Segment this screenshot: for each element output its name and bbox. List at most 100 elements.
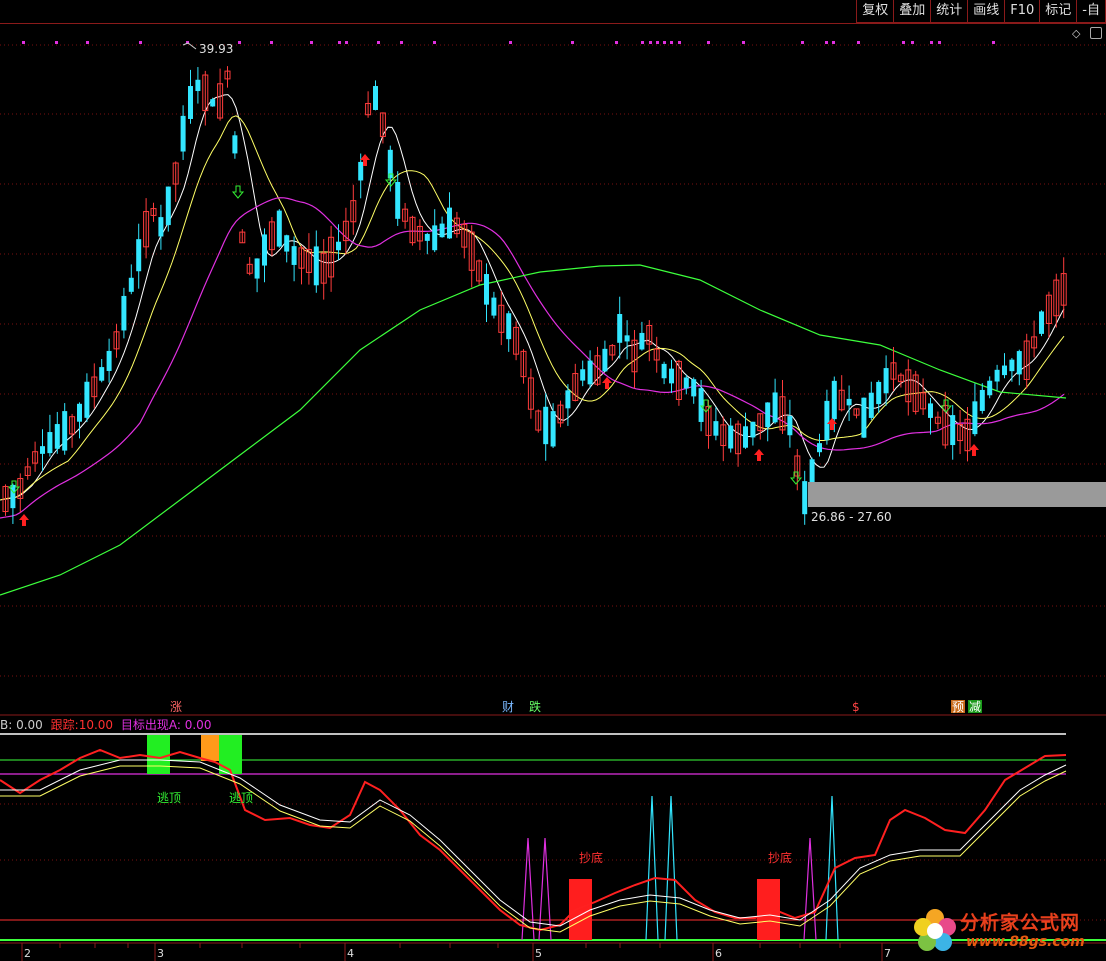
event-die[interactable]: 跌: [529, 699, 541, 714]
ma10-line: [0, 115, 1065, 501]
candle-body: [99, 367, 105, 381]
candle-body: [928, 403, 933, 418]
site-logo: 分析家公式网 www.88gs.com: [908, 904, 1106, 960]
candle-body: [10, 484, 16, 509]
candle-body: [831, 380, 837, 420]
dot-marker: [801, 41, 804, 44]
month-label: 5: [535, 947, 542, 960]
candle-body: [728, 425, 734, 449]
logo-title: 分析家公式网: [960, 912, 1081, 934]
candle-body: [602, 348, 608, 372]
candle-body: [188, 86, 193, 119]
dot-marker: [571, 41, 574, 44]
candle-body: [276, 210, 282, 247]
white-line: [0, 759, 1067, 927]
event-jian[interactable]: 减: [969, 700, 981, 714]
candle-body: [84, 381, 90, 418]
dot-marker: [55, 41, 58, 44]
legend-track-label: 跟踪:: [50, 718, 79, 732]
candle-body: [883, 368, 889, 394]
candle-body: [1002, 365, 1007, 376]
dot-marker: [707, 41, 710, 44]
candle-body: [691, 379, 697, 397]
dot-marker: [509, 41, 512, 44]
candle-body: [395, 181, 401, 219]
candle-body: [1016, 351, 1022, 375]
candle-body: [232, 135, 238, 154]
candle-body: [128, 277, 134, 292]
candle-body: [77, 403, 82, 422]
candle-body: [284, 235, 290, 252]
dot-marker: [345, 41, 348, 44]
month-label: 7: [884, 947, 891, 960]
signal-arrows: [7, 154, 979, 526]
candle-body: [683, 377, 689, 389]
candle-body: [979, 389, 985, 411]
dot-markers: [22, 41, 995, 44]
warn-block: [201, 735, 222, 761]
candle-body: [40, 446, 45, 454]
candle-body: [210, 99, 216, 107]
dot-marker: [825, 41, 828, 44]
dot-marker: [663, 41, 666, 44]
dot-marker: [400, 41, 403, 44]
candle-body: [950, 415, 956, 446]
dot-marker: [742, 41, 745, 44]
dot-marker: [433, 41, 436, 44]
legend-track-value: 10.00: [78, 718, 114, 732]
candle-body: [861, 397, 867, 438]
indicator-legend: B: 0.00 跟踪:10.00 目标出现A: 0.00: [0, 716, 215, 733]
candle-body: [868, 392, 874, 418]
candle-body: [994, 369, 1000, 382]
candle-body: [336, 241, 341, 251]
dot-marker: [377, 41, 380, 44]
dot-marker: [902, 41, 905, 44]
dot-marker: [911, 41, 914, 44]
candle-body: [506, 313, 512, 340]
candle-body: [313, 246, 319, 286]
candle-body: [484, 274, 489, 305]
event-yu[interactable]: 预: [952, 700, 964, 714]
candle-body: [54, 424, 60, 449]
escape-label-1: 逃顶: [157, 791, 181, 805]
dot-marker: [139, 41, 142, 44]
candle-body: [743, 426, 748, 448]
event-cai[interactable]: 财: [502, 700, 514, 714]
candle-body: [1039, 311, 1044, 334]
dot-marker: [238, 41, 241, 44]
event-zhang[interactable]: 涨: [170, 699, 182, 714]
dot-marker: [338, 41, 341, 44]
month-label: 3: [157, 947, 164, 960]
ma5-line: [0, 94, 1065, 501]
candle-body: [617, 314, 623, 343]
indicator-lines: [0, 748, 1067, 933]
candle-body: [432, 225, 438, 251]
dot-marker: [930, 41, 933, 44]
dot-marker: [992, 41, 995, 44]
candle-body: [121, 295, 127, 331]
kline-chart[interactable]: 39.93 26.86 - 27.60 涨 财 跌 $ 预 减 逃顶 逃顶 抄底…: [0, 0, 1106, 961]
dot-marker: [832, 41, 835, 44]
range-box: [808, 482, 1106, 507]
dot-marker: [22, 41, 25, 44]
candle-body: [661, 363, 667, 379]
candle-body: [787, 416, 793, 436]
candle-body: [373, 86, 378, 110]
candle-body: [439, 223, 445, 238]
dot-marker: [86, 41, 89, 44]
candle-body: [491, 297, 497, 316]
candle-body: [698, 388, 704, 422]
candle-body: [802, 481, 808, 515]
escape-block-1: [147, 735, 170, 774]
event-dollar[interactable]: $: [852, 700, 860, 714]
spike-signal: [664, 795, 678, 941]
bottom-label-2: 抄底: [768, 850, 792, 865]
candle-body: [62, 411, 68, 451]
candle-body: [624, 335, 630, 342]
candle-body: [639, 332, 645, 350]
candle-body: [750, 421, 756, 438]
dot-marker: [656, 41, 659, 44]
candle-body: [262, 234, 267, 266]
dot-marker: [649, 41, 652, 44]
candle-body: [47, 432, 53, 454]
